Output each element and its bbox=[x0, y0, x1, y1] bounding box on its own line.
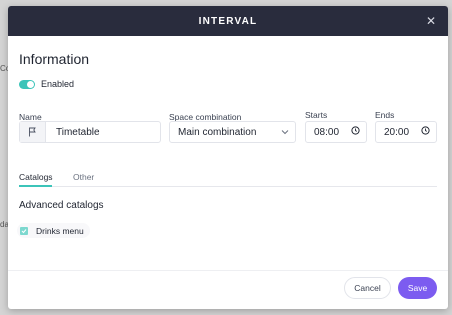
starts-time-input[interactable]: 08:00 bbox=[305, 121, 367, 143]
name-field[interactable]: Timetable bbox=[19, 121, 161, 143]
tab-divider bbox=[19, 186, 437, 187]
space-combination-value: Main combination bbox=[178, 126, 257, 138]
ends-value: 20:00 bbox=[384, 126, 410, 138]
ends-label: Ends bbox=[375, 110, 395, 120]
flag-icon bbox=[20, 122, 46, 142]
checkbox-icon[interactable] bbox=[20, 226, 28, 235]
ends-time-input[interactable]: 20:00 bbox=[375, 121, 437, 143]
enabled-toggle[interactable] bbox=[19, 80, 35, 89]
toggle-knob bbox=[27, 81, 34, 88]
chevron-down-icon bbox=[281, 127, 289, 138]
close-icon[interactable]: ✕ bbox=[424, 14, 438, 28]
clock-icon bbox=[421, 126, 430, 138]
section-title: Information bbox=[19, 51, 90, 67]
modal-title: INTERVAL bbox=[198, 15, 258, 27]
starts-value: 08:00 bbox=[314, 126, 340, 138]
catalog-item-drinks-menu[interactable]: Drinks menu bbox=[17, 223, 90, 238]
space-combination-select[interactable]: Main combination bbox=[169, 121, 296, 143]
active-tab-indicator bbox=[19, 185, 52, 187]
clock-icon bbox=[351, 126, 360, 138]
modal-header: INTERVAL ✕ bbox=[8, 6, 448, 36]
tab-catalogs[interactable]: Catalogs bbox=[19, 172, 53, 182]
save-button[interactable]: Save bbox=[398, 277, 437, 299]
name-value: Timetable bbox=[56, 126, 100, 138]
interval-modal: INTERVAL ✕ Information Enabled Name Time… bbox=[8, 6, 448, 309]
footer-divider bbox=[8, 270, 448, 271]
catalog-item-label: Drinks menu bbox=[36, 225, 84, 236]
tab-other[interactable]: Other bbox=[73, 172, 94, 182]
advanced-catalogs-title: Advanced catalogs bbox=[19, 200, 104, 211]
cancel-button[interactable]: Cancel bbox=[344, 277, 391, 299]
starts-label: Starts bbox=[305, 110, 328, 120]
toggle-label: Enabled bbox=[41, 79, 75, 89]
